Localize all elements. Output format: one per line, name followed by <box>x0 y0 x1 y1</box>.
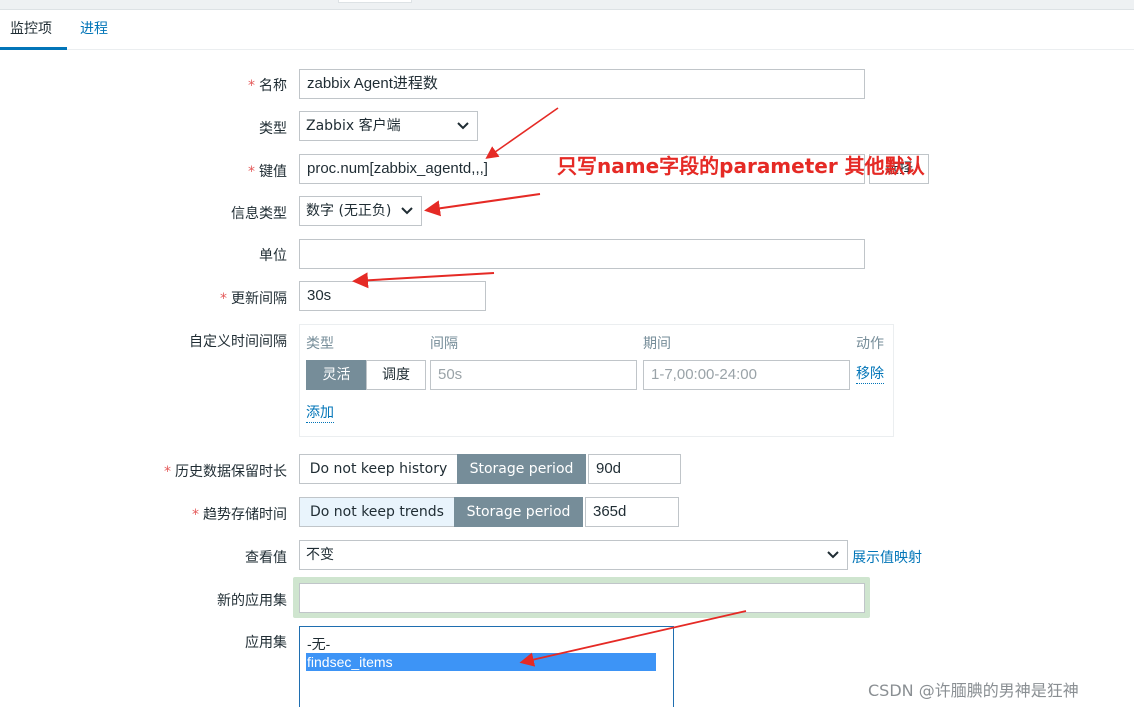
arrow-to-key <box>485 107 559 159</box>
arrow-to-application <box>519 610 747 667</box>
annotation-arrows <box>352 107 747 667</box>
arrow-to-info-type <box>424 193 541 217</box>
arrow-to-update-interval <box>352 272 495 289</box>
watermark-text: CSDN @许腼腆的男神是狂神 <box>868 681 1079 700</box>
